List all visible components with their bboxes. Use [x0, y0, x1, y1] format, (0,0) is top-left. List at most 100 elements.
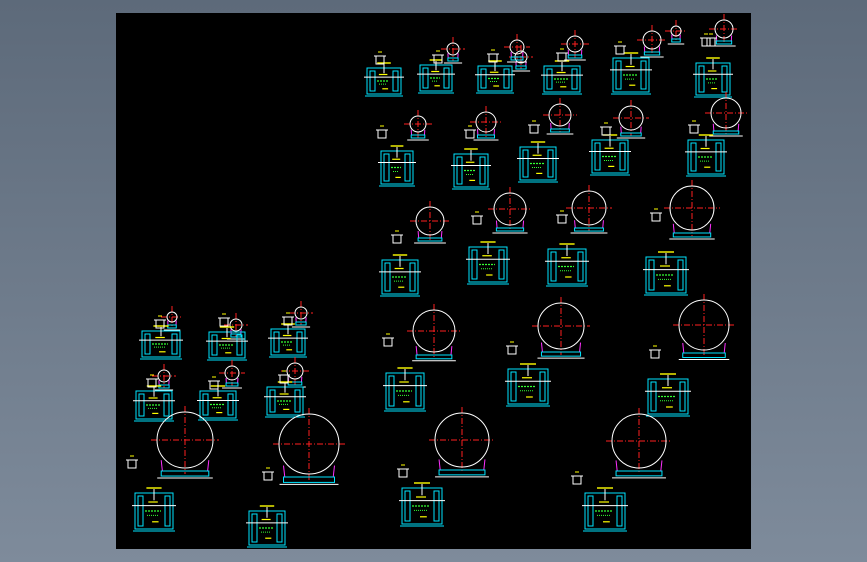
- base-plate: [672, 232, 712, 238]
- tank-detail[interactable]: [376, 110, 432, 187]
- tank-detail[interactable]: [197, 360, 245, 421]
- left-column: [648, 259, 655, 291]
- right-column: [163, 393, 170, 417]
- left-column: [404, 490, 411, 522]
- right-column: [404, 153, 411, 182]
- left-column: [480, 68, 487, 89]
- base-plate: [643, 51, 661, 56]
- tank-detail[interactable]: [417, 37, 465, 94]
- left-column: [269, 389, 276, 413]
- left-column: [211, 334, 218, 356]
- left-column: [698, 65, 705, 93]
- support-bracket: [155, 320, 165, 329]
- support-bracket: [701, 38, 711, 47]
- left-column: [546, 68, 553, 90]
- left-column: [422, 67, 429, 89]
- right-column: [571, 68, 578, 90]
- tank-detail[interactable]: [505, 297, 590, 407]
- tank-detail[interactable]: [264, 357, 309, 418]
- tank-detail[interactable]: [610, 25, 667, 95]
- left-column: [594, 142, 601, 171]
- support-bracket: [529, 125, 539, 134]
- tank-detail[interactable]: [545, 185, 612, 287]
- right-column: [503, 68, 510, 89]
- base-plate: [167, 324, 177, 329]
- base-plate: [495, 227, 525, 232]
- tank-detail[interactable]: [133, 364, 176, 422]
- right-column: [721, 65, 728, 93]
- left-column: [522, 149, 529, 178]
- left-column: [690, 142, 697, 172]
- tank-detail[interactable]: [397, 407, 495, 527]
- support-bracket: [601, 127, 611, 136]
- left-column: [138, 393, 145, 417]
- right-column: [498, 249, 505, 280]
- left-column: [202, 393, 209, 416]
- tank-detail[interactable]: [466, 187, 532, 285]
- right-column: [443, 67, 450, 89]
- right-column: [392, 70, 399, 92]
- tank-detail[interactable]: [645, 294, 735, 417]
- left-column: [650, 381, 657, 412]
- support-bracket: [383, 338, 393, 347]
- left-column: [388, 375, 395, 407]
- support-bracket: [392, 235, 402, 244]
- support-bracket: [572, 476, 582, 485]
- left-column: [137, 495, 144, 527]
- tank-detail[interactable]: [693, 14, 739, 98]
- tank-detail[interactable]: [126, 406, 219, 532]
- left-column: [383, 153, 390, 182]
- tank-detail[interactable]: [665, 20, 717, 47]
- support-bracket: [706, 38, 716, 47]
- right-column: [433, 490, 440, 522]
- left-column: [550, 251, 557, 282]
- right-column: [619, 142, 626, 171]
- support-bracket: [472, 216, 482, 225]
- tank-detail[interactable]: [571, 408, 672, 532]
- left-column: [510, 371, 517, 402]
- tank-detail[interactable]: [379, 201, 450, 297]
- base-plate: [550, 128, 570, 133]
- left-column: [384, 262, 391, 292]
- tank-detail[interactable]: [139, 306, 183, 360]
- tank-detail[interactable]: [451, 106, 502, 190]
- right-column: [164, 495, 171, 527]
- tank-detail[interactable]: [206, 313, 248, 361]
- right-column: [409, 262, 416, 292]
- tank-detail[interactable]: [541, 30, 589, 95]
- tank-detail[interactable]: [475, 34, 530, 94]
- base-plate: [712, 130, 740, 135]
- support-bracket: [465, 130, 475, 139]
- right-column: [547, 149, 554, 178]
- tank-detail[interactable]: [685, 92, 747, 177]
- tank-detail[interactable]: [246, 408, 345, 548]
- support-bracket: [689, 125, 699, 134]
- left-column: [456, 156, 463, 185]
- cad-drawing-canvas: [126, 14, 747, 548]
- right-column: [616, 495, 623, 527]
- support-bracket: [263, 472, 273, 481]
- right-column: [276, 513, 283, 543]
- support-bracket: [557, 215, 567, 224]
- tank-detail[interactable]: [268, 301, 313, 358]
- right-column: [640, 60, 647, 90]
- left-column: [251, 513, 258, 543]
- tank-detail[interactable]: [382, 304, 461, 412]
- tank-detail[interactable]: [589, 100, 649, 176]
- support-bracket: [615, 46, 625, 55]
- base-plate: [671, 38, 681, 43]
- right-column: [227, 393, 234, 416]
- right-column: [171, 333, 178, 355]
- tank-detail[interactable]: [517, 98, 577, 183]
- right-column: [577, 251, 584, 282]
- tank-detail[interactable]: [643, 180, 720, 296]
- tank-plan-circle: [710, 97, 742, 129]
- cad-drawing-sheet[interactable]: [116, 13, 751, 549]
- right-column: [539, 371, 546, 402]
- support-bracket: [507, 346, 517, 355]
- support-bracket: [377, 130, 387, 139]
- support-bracket: [127, 460, 137, 469]
- left-column: [615, 60, 622, 90]
- support-bracket: [651, 213, 661, 222]
- right-column: [415, 375, 422, 407]
